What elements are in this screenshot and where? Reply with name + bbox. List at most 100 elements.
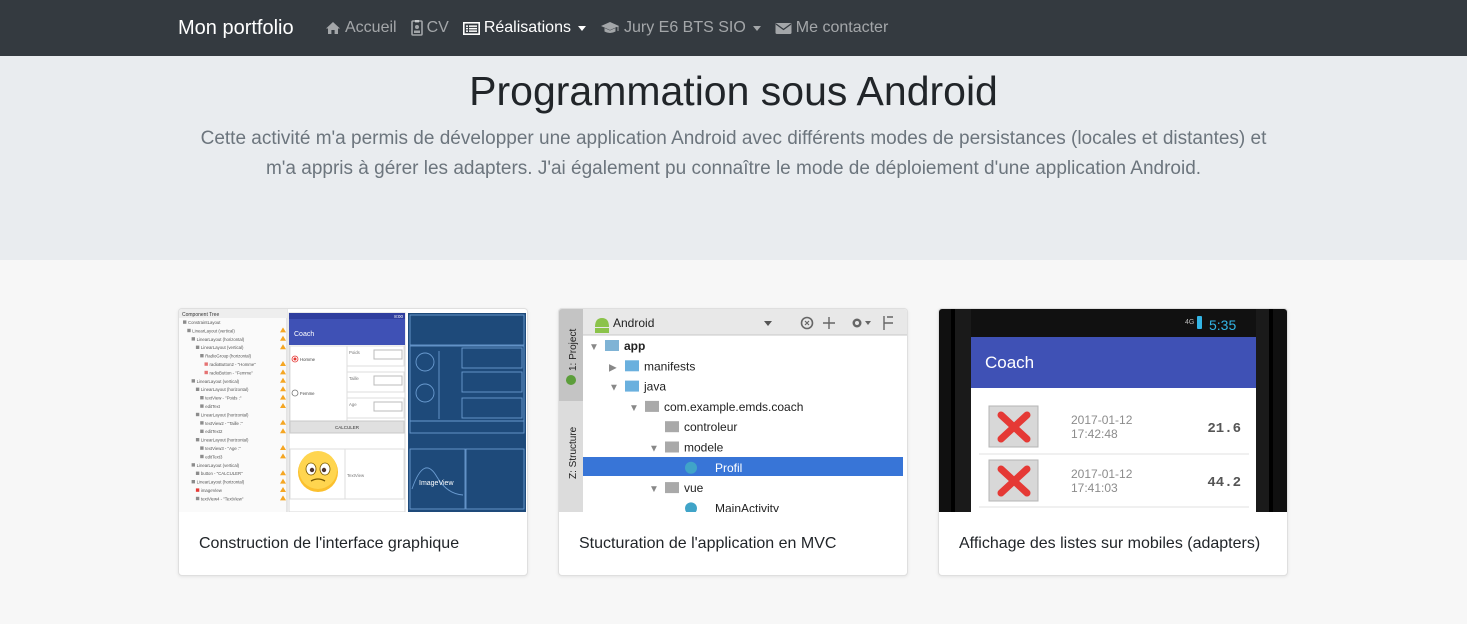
- tree-node-icon: [195, 345, 200, 349]
- tree-node-icon: [195, 488, 200, 492]
- row-value: 44.2: [1207, 475, 1241, 491]
- tree-node-icon: [183, 320, 187, 324]
- phone-app-bar-title: Coach: [985, 353, 1034, 372]
- project-view-dropdown: Android: [613, 316, 654, 330]
- project-tree-item: modele: [684, 441, 724, 455]
- tree-node-icon: [191, 379, 195, 383]
- tree-node-icon: [195, 438, 200, 442]
- tree-node-icon: [195, 471, 200, 475]
- nav-item-label: CV: [426, 19, 449, 36]
- tree-node-icon: [195, 496, 200, 501]
- preview-radio-2: Femme: [300, 391, 315, 396]
- nav-item-realisations[interactable]: Réalisations: [462, 19, 586, 37]
- tree-node-icon: [200, 404, 204, 408]
- card-title: Affichage des listes sur mobiles (adapte…: [959, 535, 1261, 552]
- card-adapters[interactable]: 4G 5:35 Coach 2017-01-12 17:42:48 21.6 2…: [938, 308, 1288, 576]
- folder-icon: [605, 340, 619, 351]
- chevron-down-icon: ▼: [649, 444, 659, 455]
- chevron-down-icon: ▼: [649, 484, 659, 495]
- tree-node-label: LinearLayout (horizontal): [201, 412, 249, 417]
- package-icon: [665, 441, 679, 453]
- project-tree-item: vue: [684, 481, 704, 495]
- nav-item-label: Réalisations: [483, 19, 571, 36]
- tree-node-label: textView2 - "Taille :": [205, 421, 243, 426]
- tree-node-label: editText3: [205, 454, 223, 459]
- chevron-down-icon: [577, 25, 586, 31]
- card-title: Stucturation de l'application en MVC: [579, 535, 837, 552]
- tree-node-label: textView4 - "TextView": [201, 496, 244, 501]
- tree-node-label: LinearLayout (horizontal): [197, 480, 245, 485]
- project-tree-item: java: [643, 380, 666, 394]
- card-mvc[interactable]: 1: Project Z: Structure Android ▼ app ▶ man…: [558, 308, 908, 576]
- preview-calc-button: CALCULER: [335, 425, 360, 430]
- tree-node-label: LinearLayout (vertical): [192, 328, 235, 333]
- tree-node-label: RadioGroup (horizontal): [205, 354, 251, 359]
- preview-field-2: Taille: [349, 376, 359, 381]
- nav-item-cv[interactable]: CV: [410, 19, 449, 37]
- project-tree-item: Profil: [715, 461, 742, 475]
- list-alt-icon: [462, 21, 480, 35]
- tree-node-icon: [204, 370, 208, 375]
- phone-time: 5:35: [1209, 317, 1236, 333]
- tree-node-label: LinearLayout (vertical): [197, 463, 240, 468]
- row-time: 17:41:03: [1071, 481, 1118, 495]
- chevron-down-icon: ▼: [629, 403, 639, 414]
- preview-field-1: Poids: [349, 350, 360, 355]
- tree-node-label: textView - "Poids :": [205, 396, 242, 401]
- tree-node-icon: [191, 480, 195, 484]
- preview-textview: TextView: [347, 473, 365, 478]
- tree-node-icon: [200, 446, 204, 450]
- tree-node-icon: [191, 463, 195, 467]
- tree-node-label: LinearLayout (vertical): [201, 345, 244, 350]
- nav-item-label: Me contacter: [795, 19, 889, 36]
- package-icon: [645, 400, 659, 412]
- side-tab-structure: Z: Structure: [568, 426, 579, 479]
- tree-node-label: radioButton2 - "Homme": [210, 362, 257, 367]
- tree-node-icon: [204, 362, 208, 366]
- phone-signal: 4G: [1185, 319, 1194, 326]
- preview-field-3: Age: [349, 402, 357, 407]
- nav-menu: Accueil CV Réalisations Jury E6 BTS SIO …: [325, 0, 902, 56]
- navbar-brand[interactable]: Mon portfolio: [178, 17, 294, 40]
- tree-node-label: ConstraintLayout: [188, 320, 221, 325]
- component-tree-title: Component Tree: [182, 312, 219, 318]
- tree-node-label: editText: [205, 404, 221, 409]
- tree-node-icon: [195, 387, 200, 391]
- project-tree-item: controleur: [684, 420, 737, 434]
- project-tree-item: com.example.emds.coach: [664, 400, 803, 414]
- tree-node-label: textView3 - "Age :": [205, 446, 241, 451]
- preview-app-bar-title: Coach: [294, 331, 314, 338]
- row-date: 2017-01-12: [1071, 467, 1133, 481]
- card-interface-graphique[interactable]: Component Tree ConstraintLayout LinearLay…: [178, 308, 528, 576]
- nav-item-jury[interactable]: Jury E6 BTS SIO: [600, 19, 761, 37]
- nav-item-contact[interactable]: Me contacter: [775, 19, 888, 37]
- folder-icon: [625, 380, 639, 392]
- tree-node-label: LinearLayout (horizontal): [197, 337, 245, 342]
- tree-node-icon: [200, 421, 204, 425]
- tree-node-label: button - "CALCULER": [201, 471, 243, 476]
- envelope-icon: [775, 22, 792, 34]
- tree-node-label: LinearLayout (vertical): [197, 379, 240, 384]
- chevron-right-icon: ▶: [609, 362, 617, 373]
- project-tree-item: app: [624, 339, 645, 353]
- nav-item-label: Jury E6 BTS SIO: [623, 19, 746, 36]
- tree-node-icon: [195, 412, 200, 417]
- lead-text: Cette activité m'a permis de développer …: [200, 128, 1267, 179]
- row-value: 21.6: [1207, 421, 1241, 437]
- project-tree-item: manifests: [644, 359, 695, 373]
- page-title: Programmation sous Android: [469, 68, 998, 114]
- card-title: Construction de l'interface graphique: [199, 535, 460, 552]
- nav-item-accueil[interactable]: Accueil: [325, 19, 397, 37]
- tree-node-icon: [200, 454, 204, 459]
- folder-icon: [625, 360, 639, 372]
- navbar: Mon portfolio Accueil CV Réalisations Ju…: [0, 0, 1467, 56]
- id-badge-icon: [410, 20, 423, 36]
- card-image-project-tree: 1: Project Z: Structure Android ▼ app ▶ man…: [559, 309, 907, 512]
- graduation-cap-icon: [600, 22, 619, 33]
- row-date: 2017-01-12: [1071, 413, 1133, 427]
- tree-node-icon: [191, 337, 195, 341]
- tree-node-icon: [200, 354, 204, 358]
- project-tree-item: MainActivity: [715, 501, 779, 512]
- tree-node-icon: [200, 396, 204, 400]
- java-class-icon: [685, 461, 697, 474]
